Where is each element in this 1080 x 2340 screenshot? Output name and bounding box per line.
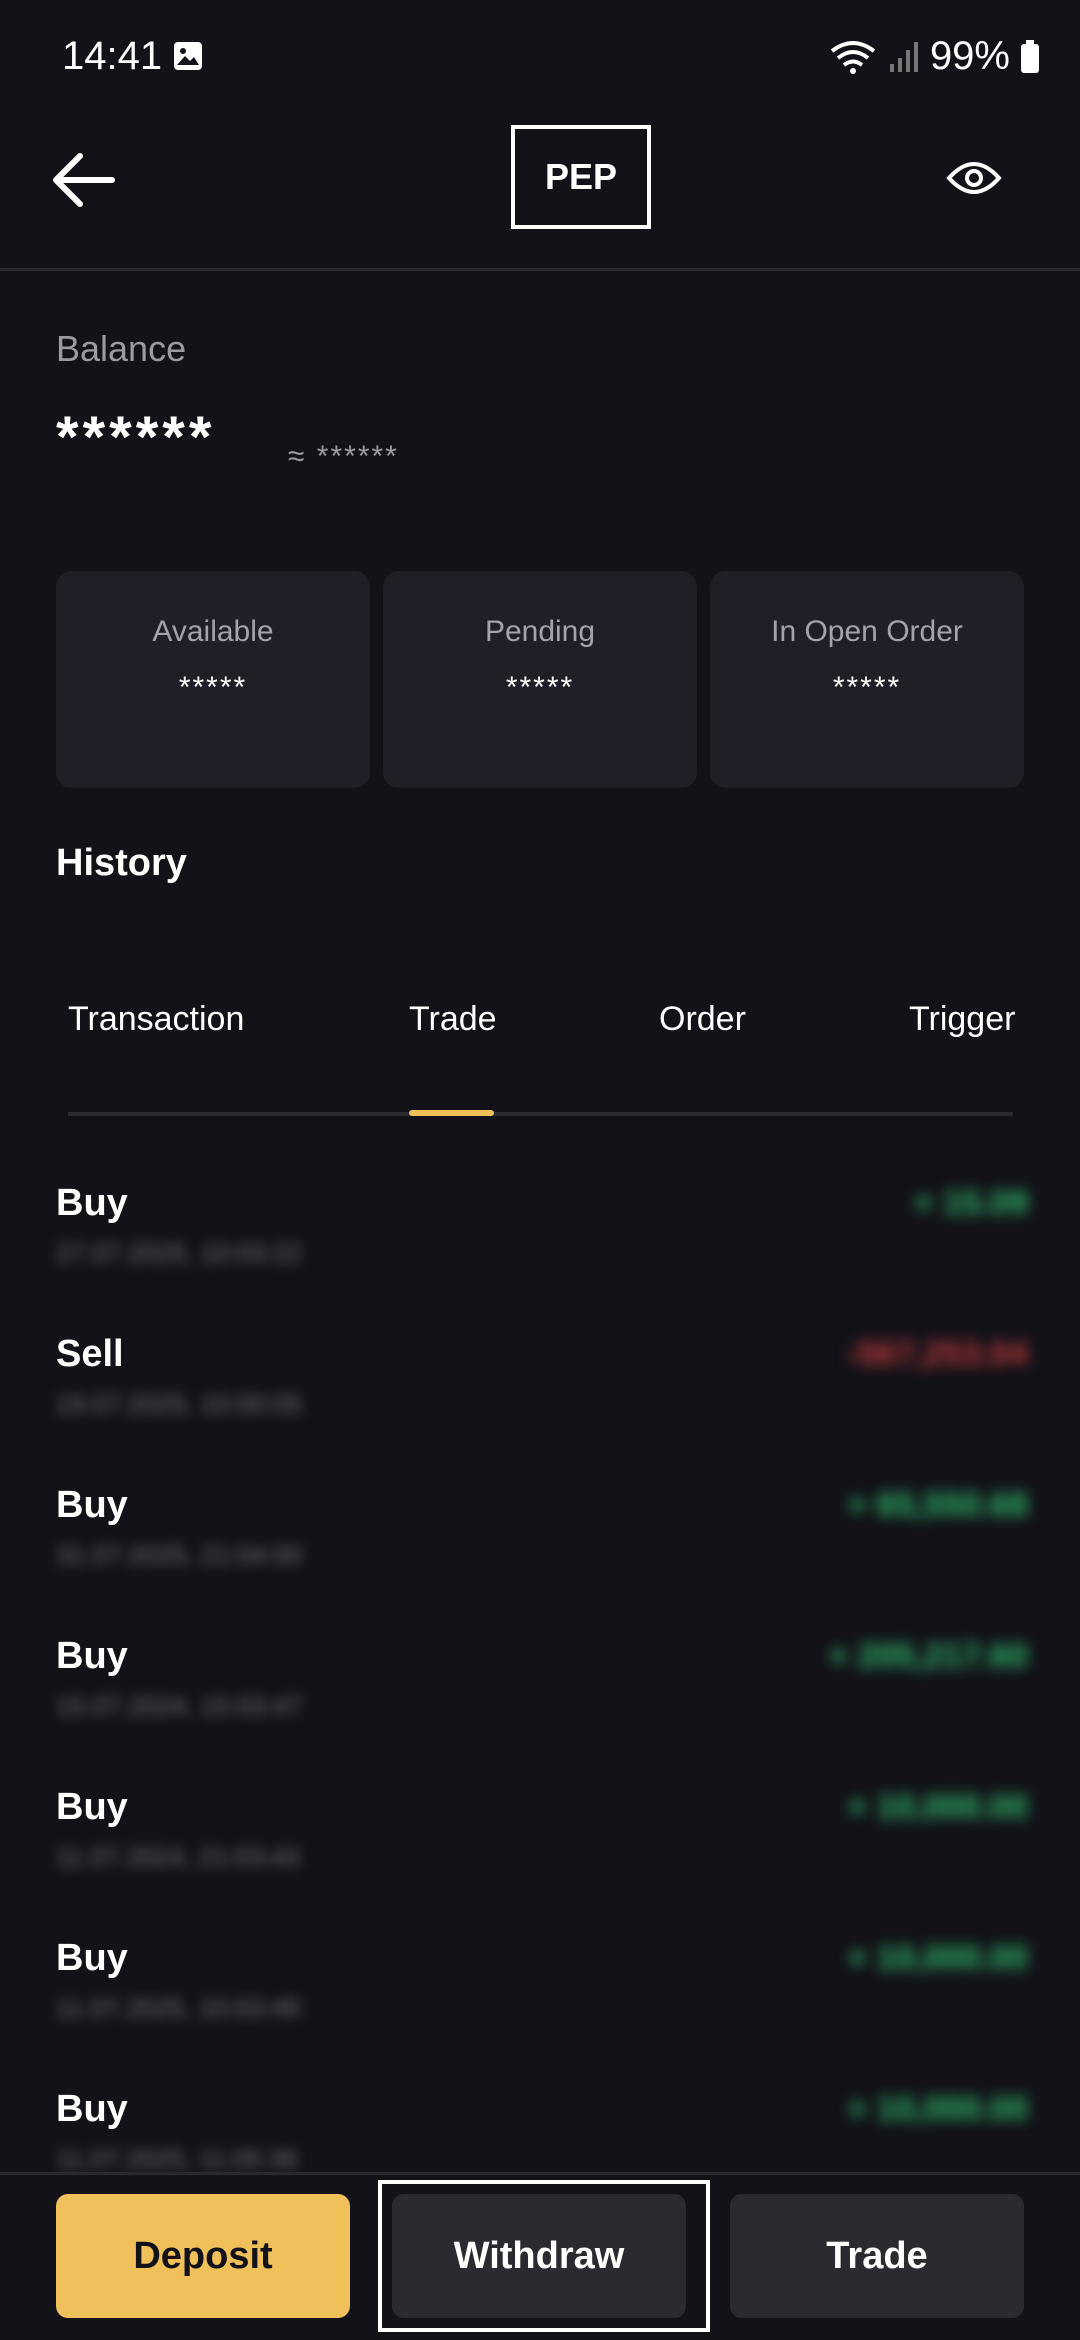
trade-date: 31.07.2025, 21:04:00 xyxy=(56,1540,302,1570)
card-pending: Pending ***** xyxy=(383,571,697,788)
trade-date: 15.07.2024, 15:03:47 xyxy=(56,1691,302,1721)
trade-amount: + 65,550.68 xyxy=(847,1486,1028,1524)
wifi-icon xyxy=(830,40,876,74)
trade-amount: + 10,000.00 xyxy=(847,1939,1028,1977)
card-label: Pending xyxy=(484,615,596,648)
signal-icon xyxy=(889,41,918,72)
trade-button[interactable]: Trade xyxy=(730,2194,1024,2318)
history-title: History xyxy=(56,842,187,884)
card-available: Available ***** xyxy=(56,571,370,788)
trade-type: Sell xyxy=(56,1333,124,1375)
card-value: ***** xyxy=(505,671,575,704)
trade-row[interactable]: Buy 11.07.2025, 10:03:49 + 10,000.00 xyxy=(0,1925,1080,2035)
tab-active-indicator xyxy=(409,1110,494,1116)
balance-label: Balance xyxy=(56,328,187,369)
trade-date: 11.07.2025, 10:03:49 xyxy=(56,1993,300,2023)
page-title: PEP xyxy=(511,125,651,229)
trade-row[interactable]: Sell 19.07.2025, 10:00:05 -567,253.04 xyxy=(0,1321,1080,1431)
eye-icon[interactable] xyxy=(946,156,1002,200)
trade-date: 27.07.2025, 10:03:22 xyxy=(56,1238,302,1268)
page-title-text: PEP xyxy=(544,156,618,197)
battery-icon xyxy=(1021,39,1039,73)
trade-type: Buy xyxy=(56,1937,128,1979)
trade-amount: + 15.09 xyxy=(913,1184,1028,1222)
trade-amount: + 10,000.00 xyxy=(847,1788,1028,1826)
trade-amount: + 205,217.60 xyxy=(828,1637,1028,1675)
image-icon xyxy=(174,42,202,70)
status-indicators: 99% xyxy=(828,34,1040,79)
balance-value: ****** xyxy=(56,405,216,470)
trade-date: 19.07.2025, 10:00:05 xyxy=(56,1389,302,1419)
trade-date: 11.07.2025, 11:05:36 xyxy=(56,2144,298,2172)
bottom-divider xyxy=(0,2172,1080,2175)
tab-trigger[interactable]: Trigger xyxy=(909,1000,1015,1039)
withdraw-button[interactable]: Withdraw xyxy=(392,2194,686,2318)
trade-type: Buy xyxy=(56,1182,128,1224)
tab-order[interactable]: Order xyxy=(659,1000,746,1039)
battery-percent: 99% xyxy=(929,34,1010,78)
card-in-open-order: In Open Order ***** xyxy=(710,571,1024,788)
back-arrow-icon[interactable] xyxy=(50,148,120,212)
tab-trade[interactable]: Trade xyxy=(409,1000,497,1039)
trade-row[interactable]: Buy 15.07.2024, 15:03:47 + 205,217.60 xyxy=(0,1623,1080,1733)
card-value: ***** xyxy=(832,671,902,704)
trade-row[interactable]: Buy 11.07.2025, 11:05:36 + 10,000.00 xyxy=(0,2076,1080,2172)
deposit-button[interactable]: Deposit xyxy=(56,2194,350,2318)
trade-row[interactable]: Buy 11.07.2024, 21:03:43 + 10,000.00 xyxy=(0,1774,1080,1884)
card-value: ***** xyxy=(178,671,248,704)
trade-type: Buy xyxy=(56,2088,128,2130)
trade-amount: + 10,000.00 xyxy=(847,2090,1028,2128)
trade-type: Buy xyxy=(56,1786,128,1828)
trade-type: Buy xyxy=(56,1635,128,1677)
trade-type: Buy xyxy=(56,1484,128,1526)
balance-approx: ≈ ****** xyxy=(288,440,399,473)
trade-date: 11.07.2024, 21:03:43 xyxy=(56,1842,300,1872)
tab-track xyxy=(68,1112,1013,1116)
status-time: 14:41 xyxy=(62,34,163,78)
trade-row[interactable]: Buy 31.07.2025, 21:04:00 + 65,550.68 xyxy=(0,1472,1080,1582)
tab-transaction[interactable]: Transaction xyxy=(68,1000,244,1039)
trade-row[interactable]: Buy 27.07.2025, 10:03:22 + 15.09 xyxy=(0,1170,1080,1280)
header-divider xyxy=(0,268,1080,271)
trade-amount: -567,253.04 xyxy=(846,1335,1029,1373)
card-label: In Open Order xyxy=(771,615,963,648)
card-label: Available xyxy=(152,615,274,648)
